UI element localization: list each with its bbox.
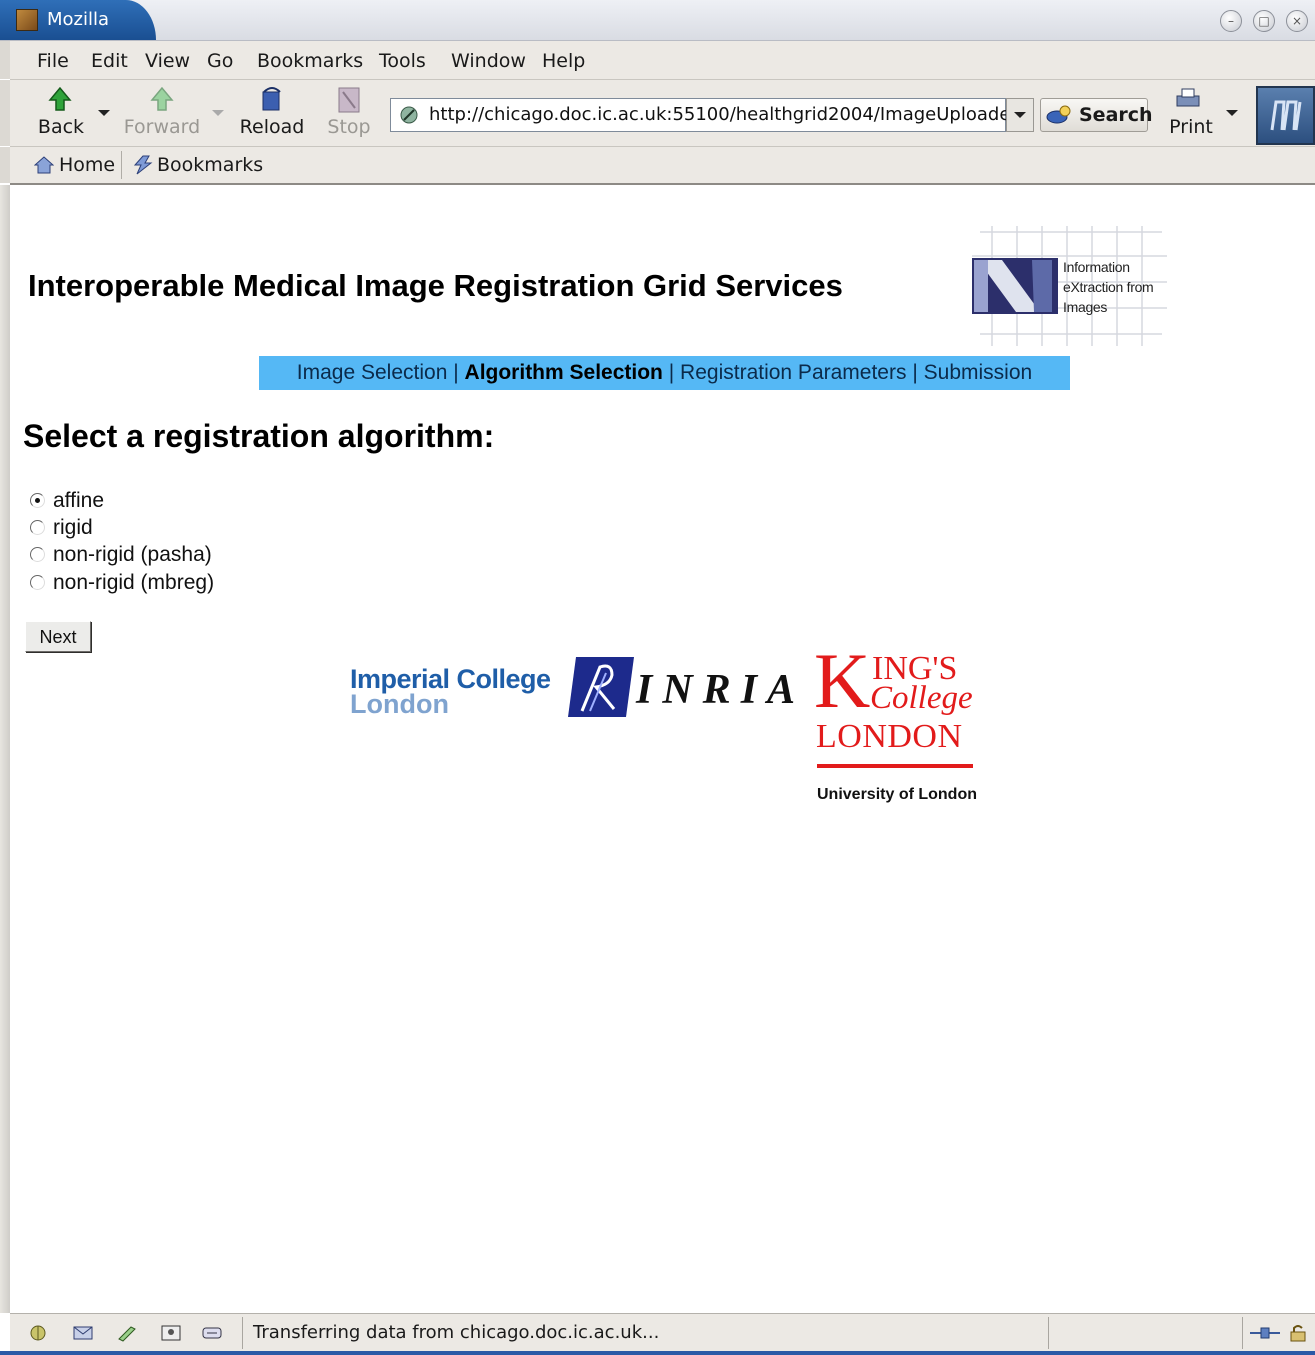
page-content xyxy=(10,185,1315,1313)
navigator-icon[interactable] xyxy=(27,1324,49,1342)
close-icon[interactable]: × xyxy=(1286,10,1308,32)
radio-rigid[interactable] xyxy=(30,520,45,535)
online-connection-icon[interactable] xyxy=(1248,1324,1282,1342)
menu-help[interactable]: Help xyxy=(542,50,585,72)
search-button[interactable]: Search xyxy=(1040,98,1153,132)
status-bar: Transferring data from chicago.doc.ic.ac… xyxy=(10,1313,1315,1352)
status-separator xyxy=(1048,1317,1049,1349)
menu-edit[interactable]: Edit xyxy=(91,50,128,72)
ixi-logo-line2: eXtraction from xyxy=(1063,279,1154,295)
option-label[interactable]: non-rigid (mbreg) xyxy=(53,571,214,595)
menu-bookmarks[interactable]: Bookmarks xyxy=(257,50,363,72)
home-icon xyxy=(34,156,54,174)
status-separator xyxy=(1242,1317,1243,1349)
forward-history-dropdown-icon[interactable] xyxy=(212,110,224,116)
window-bottom-edge xyxy=(0,1351,1315,1355)
reload-button[interactable]: Reload xyxy=(236,80,308,146)
security-lock-icon[interactable] xyxy=(1288,1324,1310,1342)
page-title: Interoperable Medical Image Registration… xyxy=(28,268,843,303)
menu-go[interactable]: Go xyxy=(207,50,233,72)
search-icon xyxy=(1046,105,1071,124)
radio-non-rigid-pasha[interactable] xyxy=(30,547,45,562)
address-book-icon[interactable] xyxy=(160,1324,182,1342)
step-registration-parameters[interactable]: Registration Parameters xyxy=(680,361,906,384)
irc-chat-icon[interactable] xyxy=(201,1324,223,1342)
forward-button[interactable]: Forward xyxy=(120,80,204,146)
printer-icon xyxy=(1176,88,1200,107)
print-dropdown-icon[interactable] xyxy=(1226,110,1238,116)
radio-non-rigid-mbreg[interactable] xyxy=(30,575,45,590)
bookmarks-link[interactable]: Bookmarks xyxy=(157,154,263,176)
forward-label: Forward xyxy=(123,116,201,138)
print-button[interactable]: Print xyxy=(1166,80,1216,146)
chevron-down-icon xyxy=(1014,112,1026,118)
kings-college-logo: K ING'S College LONDON University of Lon… xyxy=(814,642,979,810)
mozilla-throbber-logo[interactable] xyxy=(1256,86,1315,145)
stop-button[interactable]: Stop xyxy=(322,80,376,146)
reload-icon xyxy=(262,87,281,111)
step-algorithm-selection: Algorithm Selection xyxy=(464,361,663,384)
ixi-logo-line1: Information xyxy=(1063,259,1130,275)
option-label[interactable]: affine xyxy=(53,489,104,513)
minimize-icon[interactable]: – xyxy=(1220,10,1242,32)
step-submission[interactable]: Submission xyxy=(924,361,1033,384)
status-text: Transferring data from chicago.doc.ic.ac… xyxy=(253,1322,660,1343)
address-bar[interactable]: http://chicago.doc.ic.ac.uk:55100/health… xyxy=(390,98,1018,132)
bookmarks-icon xyxy=(133,155,153,175)
mozilla-app-icon xyxy=(16,9,38,31)
home-link[interactable]: Home xyxy=(59,154,115,176)
stop-icon xyxy=(338,87,360,113)
radio-affine[interactable] xyxy=(30,493,45,508)
mail-icon[interactable] xyxy=(72,1324,94,1342)
page-proxy-icon[interactable] xyxy=(399,105,419,125)
mozilla-m-icon xyxy=(1270,100,1302,131)
option-label[interactable]: non-rigid (pasha) xyxy=(53,543,212,567)
back-button[interactable]: Back xyxy=(30,80,92,146)
option-label[interactable]: rigid xyxy=(53,516,93,540)
personal-toolbar: Home Bookmarks xyxy=(10,147,1315,185)
step-separator: | xyxy=(912,361,918,384)
print-label: Print xyxy=(1169,116,1213,138)
window-title-tab: Mozilla xyxy=(0,0,156,40)
inria-emblem-icon xyxy=(568,657,634,717)
url-history-dropdown[interactable] xyxy=(1006,98,1034,132)
menubar: File Edit View Go Bookmarks Tools Window… xyxy=(10,41,1315,80)
back-label: Back xyxy=(37,116,85,138)
kings-logo-university: University of London xyxy=(817,786,977,803)
menu-file[interactable]: File xyxy=(37,50,69,72)
step-separator: | xyxy=(453,361,459,384)
kings-logo-rule xyxy=(817,764,973,768)
stop-label: Stop xyxy=(327,116,371,138)
url-text: http://chicago.doc.ic.ac.uk:55100/health… xyxy=(429,104,1018,125)
section-heading: Select a registration algorithm: xyxy=(23,418,495,454)
kings-logo-london: LONDON xyxy=(816,718,963,755)
menu-window[interactable]: Window xyxy=(451,50,526,72)
step-separator: | xyxy=(668,361,675,384)
search-label: Search xyxy=(1079,104,1153,126)
back-history-dropdown-icon[interactable] xyxy=(98,110,110,116)
menu-tools[interactable]: Tools xyxy=(379,50,426,72)
status-separator xyxy=(242,1317,243,1349)
imperial-college-logo: Imperial College London xyxy=(350,664,551,720)
window-title: Mozilla xyxy=(47,9,110,30)
maximize-icon[interactable]: □ xyxy=(1253,10,1275,32)
step-image-selection[interactable]: Image Selection xyxy=(297,361,448,384)
menu-view[interactable]: View xyxy=(145,50,190,72)
next-button[interactable]: Next xyxy=(25,621,91,652)
wizard-steps-nav: Image Selection | Algorithm Selection | … xyxy=(259,356,1070,390)
ixi-logo-line3: Images xyxy=(1063,299,1108,315)
composer-icon[interactable] xyxy=(116,1324,138,1342)
kings-logo-k: K xyxy=(814,637,871,724)
personal-toolbar-separator xyxy=(121,151,122,179)
kings-logo-college: College xyxy=(870,680,973,716)
forward-arrow-icon xyxy=(150,86,174,111)
reload-label: Reload xyxy=(239,116,305,138)
inria-logo-text: INRIA xyxy=(636,667,806,713)
window-titlebar: Mozilla – □ × xyxy=(0,0,1315,41)
back-arrow-icon xyxy=(48,86,72,111)
